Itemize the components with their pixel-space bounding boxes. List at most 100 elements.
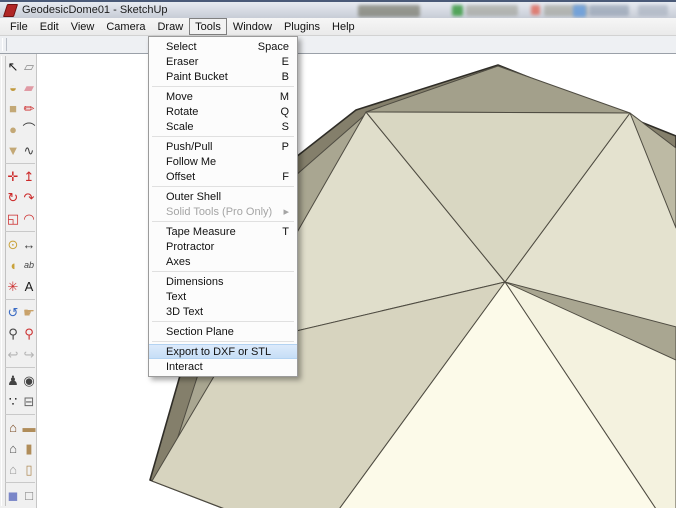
menu-item-3d-text[interactable]: 3D Text bbox=[149, 304, 297, 319]
tool-row: ◱◠ bbox=[5, 208, 37, 229]
menu-item-protractor[interactable]: Protractor bbox=[149, 239, 297, 254]
tape-measure-tool-icon[interactable]: ⊙ bbox=[5, 234, 21, 255]
menu-shortcut: Q bbox=[280, 106, 289, 118]
menu-item-dimensions[interactable]: Dimensions bbox=[149, 274, 297, 289]
menu-item-interact[interactable]: Interact bbox=[149, 359, 297, 374]
axes-tool-icon[interactable]: ✳ bbox=[5, 276, 21, 297]
section-plane-tool-icon[interactable]: ⊟ bbox=[21, 391, 37, 412]
menu-item-label: Solid Tools (Pro Only) bbox=[166, 206, 275, 218]
style-shaded-tool-icon[interactable]: ◼ bbox=[5, 485, 21, 506]
view-back-tool-icon[interactable]: ⌂ bbox=[5, 459, 21, 480]
rectangle-tool-icon[interactable]: ■ bbox=[5, 98, 21, 119]
scale-tool-icon[interactable]: ◱ bbox=[5, 208, 21, 229]
menu-item-label: Export to DXF or STL bbox=[166, 346, 281, 358]
menu-shortcut: E bbox=[282, 56, 289, 68]
menu-item-tape-measure[interactable]: Tape MeasureT bbox=[149, 224, 297, 239]
title-bar[interactable]: GeodesicDome01 - SketchUp bbox=[0, 0, 676, 18]
menu-item-label: Eraser bbox=[166, 56, 274, 68]
view-left-tool-icon[interactable]: ▯ bbox=[21, 459, 37, 480]
menu-item-outer-shell[interactable]: Outer Shell bbox=[149, 189, 297, 204]
view-front-tool-icon[interactable]: ⌂ bbox=[5, 438, 21, 459]
large-tool-set: ↖▱◒▰■✏●⌒▼∿✛↥↻↷◱◠⊙↔◖ab✳A↺☛⚲⚲↩↪♟◉∵⊟⌂▬⌂▮⌂▯◼… bbox=[0, 54, 37, 508]
select-tool-icon[interactable]: ↖ bbox=[5, 56, 21, 77]
menubar-item-help[interactable]: Help bbox=[326, 18, 361, 35]
position-camera-tool-icon[interactable]: ♟ bbox=[5, 370, 21, 391]
tools-menu: SelectSpace Eraser EPaint BucketB MoveMRota… bbox=[148, 36, 298, 377]
geodesic-dome-model bbox=[37, 54, 676, 508]
menu-separator bbox=[152, 136, 294, 137]
tool-grid: ↖▱◒▰■✏●⌒▼∿✛↥↻↷◱◠⊙↔◖ab✳A↺☛⚲⚲↩↪♟◉∵⊟⌂▬⌂▮⌂▯◼… bbox=[5, 56, 37, 508]
text-tool-icon[interactable]: ab bbox=[21, 255, 37, 276]
protractor-tool-icon[interactable]: ◖ bbox=[5, 255, 21, 276]
pan-tool-icon[interactable]: ☛ bbox=[21, 302, 37, 323]
view-top-tool-icon[interactable]: ▬ bbox=[21, 417, 37, 438]
menu-shortcut: S bbox=[282, 121, 289, 133]
zoom-next-tool-icon[interactable]: ↪ bbox=[21, 344, 37, 365]
walk-tool-icon[interactable]: ∵ bbox=[5, 391, 21, 412]
tool-row: ⌂▮ bbox=[5, 438, 37, 459]
menu-item-push-pull[interactable]: Push/PullP bbox=[149, 139, 297, 154]
menu-item-section-plane[interactable]: Section Plane bbox=[149, 324, 297, 339]
menu-item-export-to-dxf-or-stl[interactable]: Export to DXF or STL bbox=[149, 344, 297, 359]
window-title: GeodesicDome01 - SketchUp bbox=[22, 4, 168, 16]
menubar-item-draw[interactable]: Draw bbox=[151, 18, 189, 35]
arc-tool-icon[interactable]: ⌒ bbox=[21, 119, 37, 140]
menubar-item-plugins[interactable]: Plugins bbox=[278, 18, 326, 35]
submenu-arrow-icon: ▸ bbox=[283, 205, 289, 218]
menubar-item-file[interactable]: File bbox=[4, 18, 34, 35]
zoom-extents-tool-icon[interactable]: ⚲ bbox=[21, 323, 37, 344]
menu-item-paint-bucket[interactable]: Paint BucketB bbox=[149, 69, 297, 84]
menu-item-label: Axes bbox=[166, 256, 281, 268]
view-iso-tool-icon[interactable]: ⌂ bbox=[5, 417, 21, 438]
eraser-tool-icon[interactable]: ▰ bbox=[21, 77, 37, 98]
menubar-item-window[interactable]: Window bbox=[227, 18, 278, 35]
view-right-tool-icon[interactable]: ▮ bbox=[21, 438, 37, 459]
paint-bucket-tool-icon[interactable]: ◒ bbox=[5, 77, 21, 98]
drawing-canvas[interactable] bbox=[37, 54, 676, 508]
orbit-tool-icon[interactable]: ↺ bbox=[5, 302, 21, 323]
tool-row: ∵⊟ bbox=[5, 391, 37, 412]
offset-tool-icon[interactable]: ◠ bbox=[21, 208, 37, 229]
dimension-tool-icon[interactable]: ↔ bbox=[21, 234, 37, 255]
polygon-tool-icon[interactable]: ▼ bbox=[5, 140, 21, 161]
menu-item-label: Text bbox=[166, 291, 281, 303]
menu-item-eraser[interactable]: Eraser E bbox=[149, 54, 297, 69]
toolbar-grip[interactable] bbox=[2, 38, 7, 51]
menu-item-follow-me[interactable]: Follow Me bbox=[149, 154, 297, 169]
menu-item-select[interactable]: SelectSpace bbox=[149, 39, 297, 54]
menu-shortcut: P bbox=[282, 141, 289, 153]
line-tool-icon[interactable]: ✏ bbox=[21, 98, 37, 119]
menubar-item-view[interactable]: View bbox=[65, 18, 101, 35]
aero-blur-artifact bbox=[452, 5, 463, 16]
push-pull-tool-icon[interactable]: ↥ bbox=[21, 166, 37, 187]
zoom-previous-tool-icon[interactable]: ↩ bbox=[5, 344, 21, 365]
zoom-tool-icon[interactable]: ⚲ bbox=[5, 323, 21, 344]
menu-item-axes[interactable]: Axes bbox=[149, 254, 297, 269]
tool-row: ♟◉ bbox=[5, 370, 37, 391]
circle-tool-icon[interactable]: ● bbox=[5, 119, 21, 140]
move-tool-icon[interactable]: ✛ bbox=[5, 166, 21, 187]
menubar-item-tools[interactable]: Tools bbox=[189, 18, 227, 35]
main-area: ↖▱◒▰■✏●⌒▼∿✛↥↻↷◱◠⊙↔◖ab✳A↺☛⚲⚲↩↪♟◉∵⊟⌂▬⌂▮⌂▯◼… bbox=[0, 54, 676, 508]
style-wireframe-tool-icon[interactable]: □ bbox=[21, 485, 37, 506]
tool-row: ✛↥ bbox=[5, 166, 37, 187]
3d-text-tool-icon[interactable]: A bbox=[21, 276, 37, 297]
menu-item-offset[interactable]: OffsetF bbox=[149, 169, 297, 184]
look-around-tool-icon[interactable]: ◉ bbox=[21, 370, 37, 391]
top-toolbar-strip bbox=[0, 36, 676, 54]
freehand-tool-icon[interactable]: ∿ bbox=[21, 140, 37, 161]
rotate-tool-icon[interactable]: ↻ bbox=[5, 187, 21, 208]
tool-row: ◖ab bbox=[5, 255, 37, 276]
menubar-item-camera[interactable]: Camera bbox=[100, 18, 151, 35]
make-component-tool-icon[interactable]: ▱ bbox=[21, 56, 37, 77]
aero-blur-artifact bbox=[638, 5, 668, 16]
menu-item-rotate[interactable]: RotateQ bbox=[149, 104, 297, 119]
sketchup-window: { "window": { "title": "GeodesicDome01 -… bbox=[0, 0, 676, 508]
menubar-item-edit[interactable]: Edit bbox=[34, 18, 65, 35]
menu-item-solid-tools-pro-only[interactable]: Solid Tools (Pro Only) ▸ bbox=[149, 204, 297, 219]
tool-row: ■✏ bbox=[5, 98, 37, 119]
menu-item-move[interactable]: MoveM bbox=[149, 89, 297, 104]
menu-item-text[interactable]: Text bbox=[149, 289, 297, 304]
follow-me-tool-icon[interactable]: ↷ bbox=[21, 187, 37, 208]
menu-item-scale[interactable]: ScaleS bbox=[149, 119, 297, 134]
